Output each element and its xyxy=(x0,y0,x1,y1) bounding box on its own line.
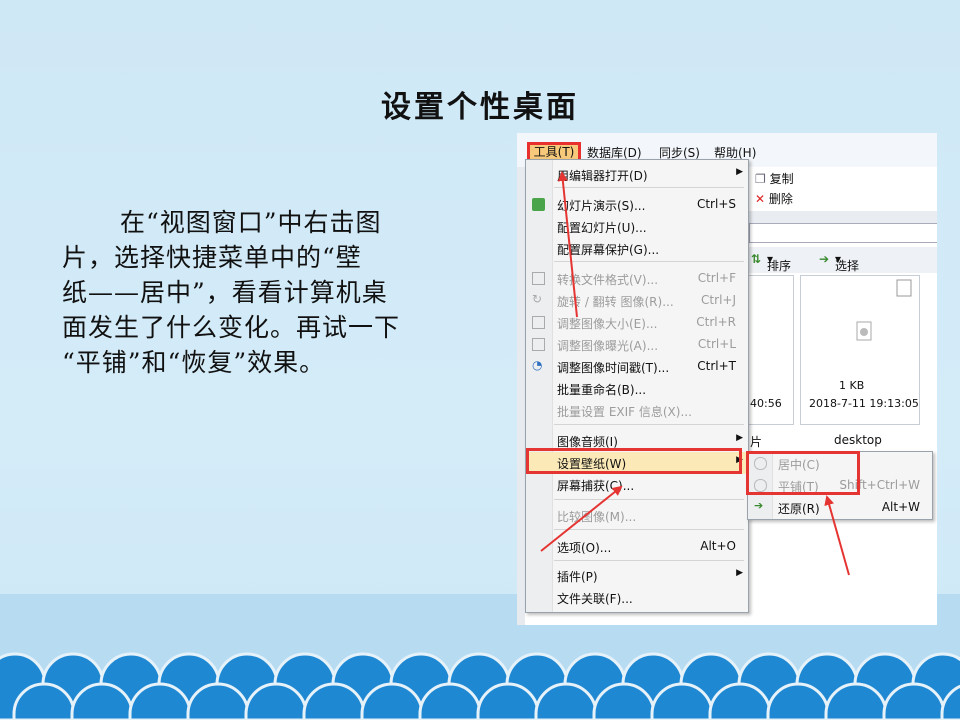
paragraph-line: 纸——居中”，看看计算机桌 xyxy=(62,278,388,307)
app-screenshot: 工具(T) 数据库(D) 同步(S) 帮助(H) ❐ 复制 ✕ 删除 ⇅ 排序 … xyxy=(517,133,937,625)
annotation-arrows xyxy=(540,171,850,576)
instruction-paragraph: 在“视图窗口”中右击图 片，选择快捷菜单中的“壁 纸——居中”，看看计算机桌 面… xyxy=(62,205,482,380)
wave-decoration xyxy=(0,652,960,720)
arrow-to-tools xyxy=(557,171,578,318)
paragraph-line: 片，选择快捷菜单中的“壁 xyxy=(62,243,362,272)
slide-title: 设置个性桌面 xyxy=(381,90,579,125)
paragraph-line: “平铺”和“恢复”效果。 xyxy=(62,348,326,377)
paragraph-line: 在“视图窗口”中右击图 xyxy=(120,208,382,237)
paragraph-line: 面发生了什么变化。再试一下 xyxy=(62,313,401,342)
arrow-to-submenu xyxy=(824,495,850,576)
arrow-to-wallpaper xyxy=(540,485,623,552)
